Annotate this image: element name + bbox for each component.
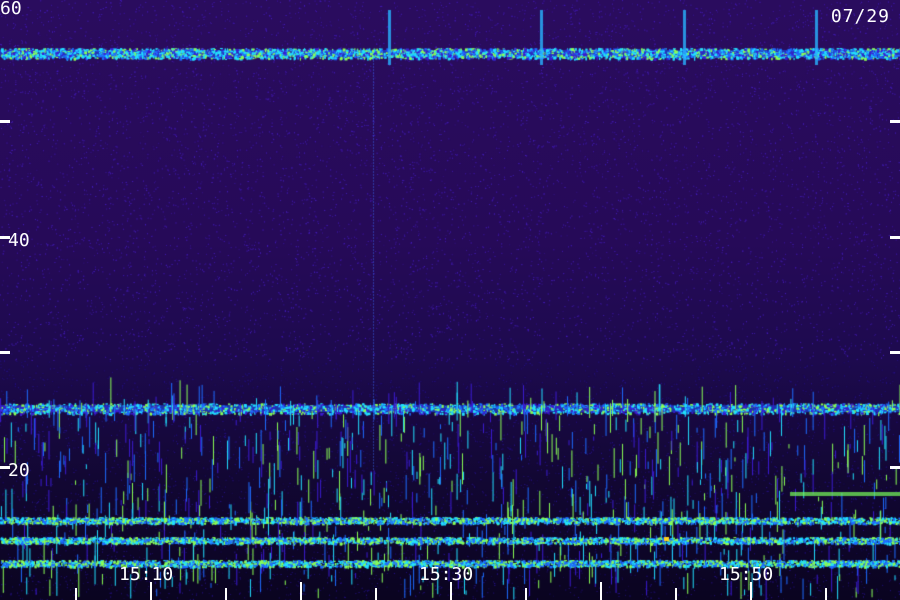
x-axis-ticks: [75, 582, 827, 600]
tick-right-50: [890, 120, 900, 123]
tick-left-40: [0, 236, 10, 239]
x-tick: [225, 588, 227, 600]
x-tick-label-1510: 15:10: [119, 564, 173, 585]
tick-right-30: [890, 351, 900, 354]
tick-left-50: [0, 120, 10, 123]
x-tick: [375, 588, 377, 600]
x-tick: [450, 582, 452, 600]
x-tick: [825, 588, 827, 600]
x-tick-label-1550: 15:50: [719, 564, 773, 585]
x-tick: [75, 588, 77, 600]
spectrogram-axes: 60 40 20 15:10 15:30 15:50: [0, 0, 900, 600]
y-axis-ticks-right: [890, 120, 900, 469]
tick-right-40: [890, 236, 900, 239]
x-tick: [600, 582, 602, 600]
y-axis-ticks-left: [0, 120, 10, 469]
x-tick-label-1530: 15:30: [419, 564, 473, 585]
tick-right-20: [890, 466, 900, 469]
x-tick: [750, 582, 752, 600]
x-tick: [675, 588, 677, 600]
x-tick: [150, 582, 152, 600]
y-tick-label-40: 40: [8, 230, 30, 251]
x-tick: [300, 582, 302, 600]
x-tick: [525, 588, 527, 600]
tick-left-20: [0, 466, 10, 469]
y-tick-label-20: 20: [8, 460, 30, 481]
y-tick-label-60: 60: [0, 0, 22, 19]
tick-left-30: [0, 351, 10, 354]
